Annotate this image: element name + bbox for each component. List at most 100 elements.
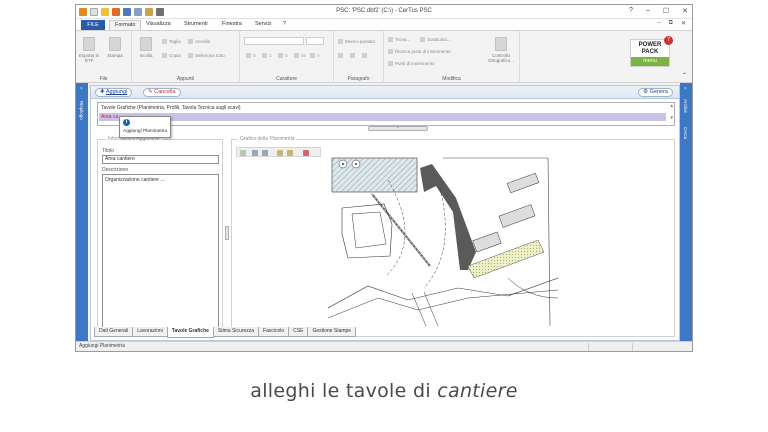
tab-finestra[interactable]: Finestra xyxy=(222,21,242,27)
edit-icon[interactable] xyxy=(252,150,258,156)
graph-panel: Grafico della Planimetria xyxy=(231,136,675,337)
tab-help[interactable]: ? xyxy=(283,21,286,27)
powerpack-logo: POWER PACK xyxy=(638,42,662,55)
move-icon[interactable] xyxy=(240,150,246,156)
select-all-button[interactable]: Seleziona tutto xyxy=(188,53,225,58)
bullet-list-button[interactable]: Elenco puntato xyxy=(338,39,375,44)
tab-lavorazioni[interactable]: Lavorazioni xyxy=(132,327,168,337)
tab-fascicolo[interactable]: Fascicolo xyxy=(258,327,290,337)
tab-servizi[interactable]: Servizi xyxy=(255,21,272,27)
tab-tavole-grafiche[interactable]: Tavole Grafiche xyxy=(166,327,214,338)
printer-icon xyxy=(109,37,121,51)
scroll-up-icon[interactable]: ▴ xyxy=(670,103,673,109)
mdi-restore-button[interactable]: ⧉ xyxy=(669,20,673,27)
group-label: Paragrafo xyxy=(347,76,370,82)
undo-button[interactable]: Annulla xyxy=(188,39,210,44)
paste-icon[interactable] xyxy=(287,150,293,156)
tab-dati-generali[interactable]: Dati Generali xyxy=(94,327,134,337)
powerpack-menu-button[interactable]: POWER PACK menu 7 xyxy=(630,36,673,67)
horizontal-splitter[interactable]: ⌃ xyxy=(368,126,428,131)
align-right-button[interactable] xyxy=(362,53,369,58)
left-panel-chevron-icon[interactable]: » xyxy=(79,87,84,90)
window-controls: ? – ☐ ✕ xyxy=(629,7,688,15)
spellcheck-button[interactable]: Controllo Ortografico... xyxy=(484,37,518,63)
vertical-splitter[interactable] xyxy=(225,226,229,240)
italic-button[interactable]: C xyxy=(262,53,272,58)
font-family-select[interactable] xyxy=(244,37,304,45)
status-divider xyxy=(632,343,633,351)
tab-file[interactable]: FILE xyxy=(81,20,105,30)
tab-formato[interactable]: Formato xyxy=(109,20,142,30)
copy-button[interactable]: Copia xyxy=(162,53,181,58)
description-label: Descrizione xyxy=(102,167,129,173)
find-button[interactable]: Trova... xyxy=(388,37,410,42)
print-button[interactable]: Stampa xyxy=(104,37,126,58)
strikethrough-button[interactable]: ab xyxy=(294,53,306,58)
info-panel: Informazioni Aggiuntive Titolo Area cant… xyxy=(97,136,223,337)
ribbon-group-carattere: G C S ab A Carattere xyxy=(240,31,334,83)
window-title: PSC: 'PSC.dbf2' (C:\) - CerTus PSC xyxy=(336,8,432,14)
add-button[interactable]: ✚ Aggiungi xyxy=(95,88,133,97)
video-caption: alleghi le tavole di cantiere xyxy=(250,380,518,402)
info-icon: i xyxy=(123,119,130,126)
description-field[interactable]: Organizzazione cantiere ... xyxy=(102,174,219,336)
bold-button[interactable]: G xyxy=(246,53,257,58)
archivi-tab[interactable]: Archivi xyxy=(683,99,688,113)
font-color-button[interactable]: A xyxy=(310,53,320,58)
find-insert-points-button[interactable]: Ricerca punti di inserimento xyxy=(388,49,451,54)
export-rtf-button[interactable]: Esporta in RTF xyxy=(78,37,100,63)
group-label: Modifica xyxy=(442,76,461,82)
title-bar: PSC: 'PSC.dbf2' (C:\) - CerTus PSC ? – ☐… xyxy=(76,5,692,19)
minimize-button[interactable]: – xyxy=(646,7,650,15)
tab-cse[interactable]: CSE xyxy=(288,327,309,337)
cerca-tab[interactable]: Cerca xyxy=(683,127,688,139)
left-side-panel[interactable]: » Riepilogo xyxy=(76,83,88,342)
scroll-down-icon[interactable]: ▾ xyxy=(670,115,673,121)
tab-gestione-stampe[interactable]: Gestione Stampe xyxy=(307,327,357,337)
mdi-controls: – ⧉ ✕ xyxy=(657,20,686,27)
underline-button[interactable]: S xyxy=(278,53,288,58)
tab-strumenti[interactable]: Strumenti xyxy=(184,21,208,27)
spellcheck-icon xyxy=(495,37,507,51)
right-panel-chevron-icon[interactable]: « xyxy=(683,87,688,90)
align-left-button[interactable] xyxy=(338,53,345,58)
replace-button[interactable]: Sostituisci... xyxy=(420,37,451,42)
site-plan-drawing[interactable] xyxy=(328,148,558,328)
image-icon[interactable] xyxy=(262,150,268,156)
tab-stima-sicurezza[interactable]: Stima Sicurezza xyxy=(212,327,260,337)
right-side-panel[interactable]: « Archivi Cerca xyxy=(680,83,692,342)
riepilogo-tab[interactable]: Riepilogo xyxy=(79,101,84,120)
ribbon-group-paragrafo: Elenco puntato Paragrafo xyxy=(334,31,384,83)
status-bar: Aggiungi Planimetria xyxy=(76,341,692,351)
insert-points-button[interactable]: Punti di inserimento xyxy=(388,61,435,66)
content-toolbar: ✚ Aggiungi ✎ Cancella ⚙ Genera xyxy=(91,86,679,99)
help-button[interactable]: ? xyxy=(629,7,633,15)
tree-row-category[interactable]: Tavole Grafiche (Planimetria, Profili, T… xyxy=(99,104,666,112)
maximize-button[interactable]: ☐ xyxy=(663,7,669,15)
paste-button[interactable]: Incolla xyxy=(135,37,157,58)
ribbon-group-modifica: Trova... Sostituisci... Ricerca punti di… xyxy=(384,31,520,83)
mdi-minimize-button[interactable]: – xyxy=(657,20,660,27)
tooltip: i Aggiungi Planimetria xyxy=(119,116,171,138)
cut-button[interactable]: Taglia xyxy=(162,39,181,44)
ribbon: Esporta in RTF Stampa File Incolla Tagli… xyxy=(76,30,692,83)
export-icon xyxy=(83,37,95,51)
close-button[interactable]: ✕ xyxy=(682,7,688,15)
mdi-close-button[interactable]: ✕ xyxy=(681,20,686,27)
graph-toolbar xyxy=(236,147,321,157)
delete-button[interactable]: ✎ Cancella xyxy=(143,88,181,97)
powerpack-menu-label: menu xyxy=(631,57,669,66)
title-field[interactable]: Area cantiere xyxy=(102,155,219,164)
ribbon-group-file: Esporta in RTF Stampa File xyxy=(76,31,132,83)
remove-image-icon[interactable] xyxy=(303,150,309,156)
font-size-select[interactable] xyxy=(306,37,324,45)
notification-badge: 7 xyxy=(664,36,673,45)
drawings-tree[interactable]: Tavole Grafiche (Planimetria, Profili, T… xyxy=(97,102,675,126)
align-center-button[interactable] xyxy=(350,53,357,58)
collapse-ribbon-icon[interactable]: ⌃ xyxy=(682,72,687,79)
copy-icon[interactable] xyxy=(277,150,283,156)
tab-visualizza[interactable]: Visualizza xyxy=(146,21,171,27)
generate-button[interactable]: ⚙ Genera xyxy=(638,88,673,97)
tree-row-selected[interactable]: Area ca xyxy=(99,113,666,121)
graph-panel-legend: Grafico della Planimetria xyxy=(238,136,297,142)
